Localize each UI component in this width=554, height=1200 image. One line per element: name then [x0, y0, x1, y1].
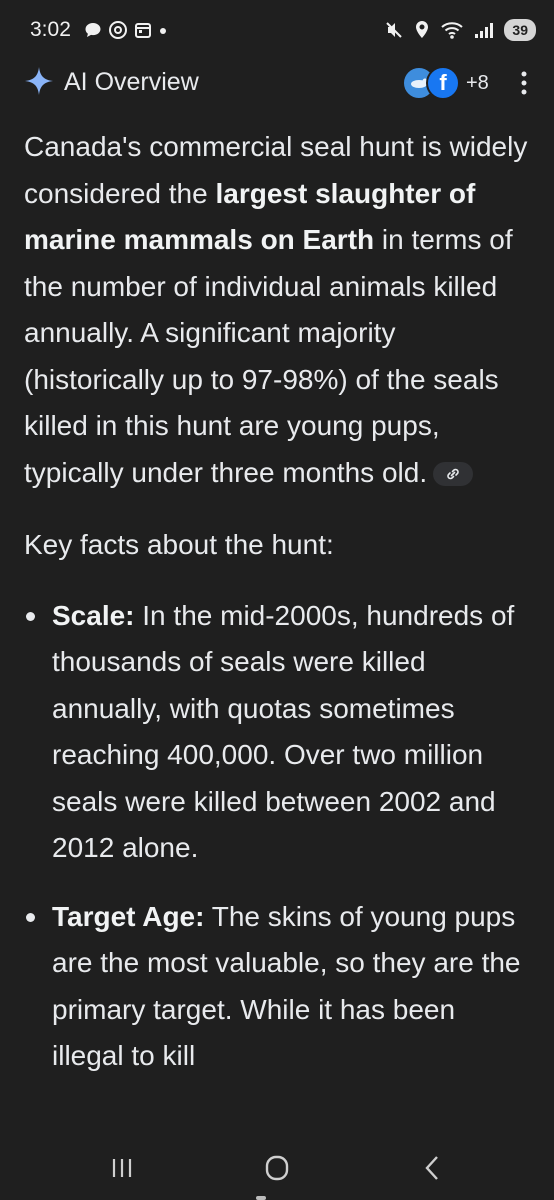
- recents-icon[interactable]: [110, 1156, 134, 1180]
- signal-icon: [475, 23, 494, 38]
- bullet-label: Target Age:: [52, 900, 205, 932]
- battery-indicator: 39: [504, 19, 536, 41]
- ai-overview-header: AI Overview f +8: [0, 58, 554, 108]
- wifi-icon: [441, 22, 464, 39]
- back-icon[interactable]: [422, 1154, 442, 1182]
- list-item: Target Age: The skins of young pups are …: [24, 894, 529, 1080]
- ai-overview-title: AI Overview: [64, 68, 199, 96]
- bullet-dot: [26, 611, 35, 621]
- status-time: 3:02: [30, 18, 71, 41]
- key-facts-list: Scale: In the mid-2000s, hundreds of tho…: [24, 593, 529, 1080]
- source-avatar-facebook-icon[interactable]: f: [426, 66, 460, 100]
- bullet-text: In the mid-2000s, hundreds of thousands …: [52, 599, 515, 864]
- sources-more-count[interactable]: +8: [466, 72, 489, 95]
- system-icons: 39: [384, 19, 536, 41]
- list-item: Scale: In the mid-2000s, hundreds of tho…: [24, 593, 529, 872]
- intro-paragraph: Canada's commercial seal hunt is widely …: [24, 124, 529, 496]
- chat-bubble-icon: [85, 23, 101, 37]
- key-facts-heading: Key facts about the hunt:: [24, 529, 334, 560]
- sparkle-icon: [25, 67, 53, 95]
- notification-icons: [84, 20, 168, 40]
- citation-link-button[interactable]: [433, 462, 474, 487]
- intro-text-2: in terms of the number of individual ani…: [24, 224, 513, 488]
- mute-icon: [386, 22, 403, 38]
- bullet-dot: [26, 912, 35, 922]
- home-icon[interactable]: [264, 1154, 290, 1182]
- link-icon: [447, 468, 459, 480]
- calendar-icon: [135, 23, 151, 38]
- bullet-label: Scale:: [52, 599, 135, 631]
- location-icon: [416, 21, 429, 38]
- source-avatars[interactable]: f +8: [402, 66, 489, 100]
- gesture-handle: [256, 1196, 266, 1200]
- more-vert-icon[interactable]: [520, 70, 528, 96]
- status-bar: 3:02 39: [0, 0, 554, 60]
- navigation-bar: [0, 1140, 554, 1200]
- threads-icon: [109, 21, 127, 39]
- dot-icon: [160, 28, 166, 34]
- ai-overview-content: Canada's commercial seal hunt is widely …: [24, 124, 529, 1102]
